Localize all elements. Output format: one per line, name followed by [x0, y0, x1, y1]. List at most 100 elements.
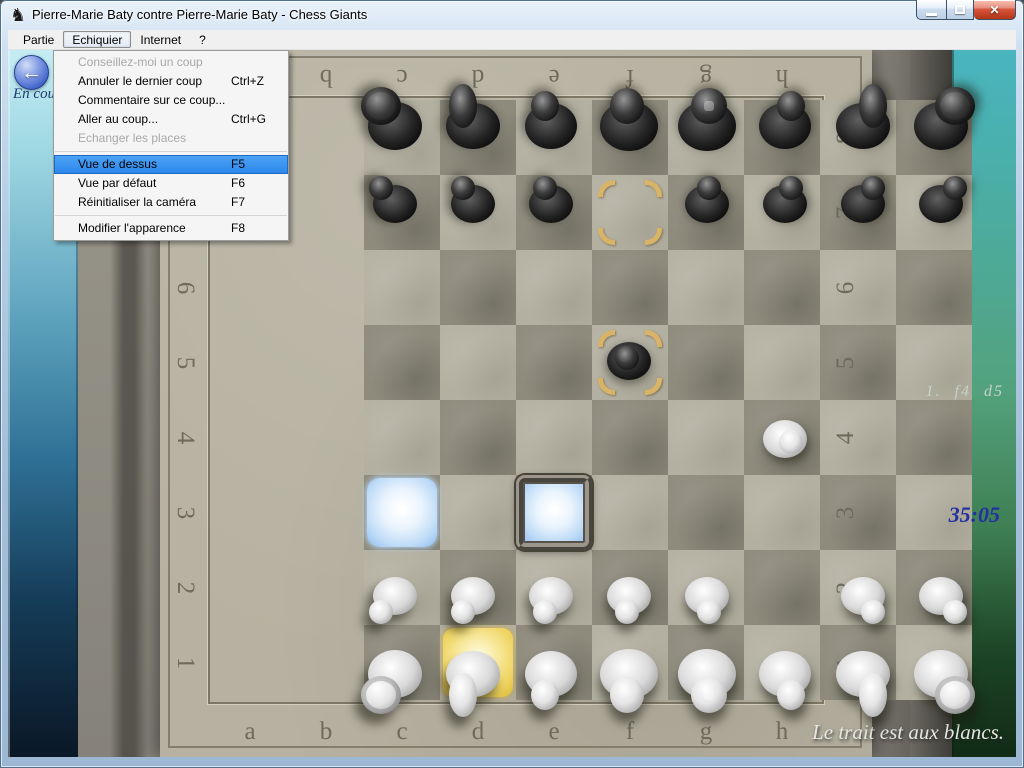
square-f3[interactable] [744, 475, 820, 550]
square-c4[interactable] [516, 400, 592, 475]
file-label-bottom-d: d [458, 712, 498, 752]
menu-item-reinitialiser-la-camera[interactable]: Réinitialiser la caméraF7 [54, 193, 288, 212]
menu-item-echanger-les-places[interactable]: Echanger les places [54, 129, 288, 148]
menu-item-commentaire-sur-ce-coup[interactable]: Commentaire sur ce coup... [54, 91, 288, 110]
piece-head [615, 600, 639, 624]
marker-corner-bl [598, 378, 615, 395]
menu-item-vue-par-defaut[interactable]: Vue par défaut F6 [54, 174, 288, 193]
rank-label-left-4: 4 [165, 418, 205, 458]
square-h6[interactable] [896, 250, 972, 325]
piece-head [449, 84, 477, 128]
square-e6[interactable] [668, 250, 744, 325]
square-b6[interactable] [440, 250, 516, 325]
square-c5[interactable] [516, 325, 592, 400]
menu-item-label: Réinitialiser la caméra [78, 193, 196, 212]
piece-head [610, 677, 644, 713]
square-e4[interactable] [668, 400, 744, 475]
menu-item-annuler-le-dernier-coup[interactable]: Annuler le dernier coup Ctrl+Z [54, 72, 288, 91]
menu-item-shortcut: F8 [231, 219, 245, 238]
minimize-button[interactable] [916, 0, 946, 20]
maximize-icon [955, 5, 965, 14]
menu-item-shortcut: Ctrl+G [231, 110, 266, 129]
square-f6[interactable] [744, 250, 820, 325]
menu-item-label: Annuler le dernier coup [78, 72, 202, 91]
square-b5[interactable] [440, 325, 516, 400]
menu-item-label: Commentaire sur ce coup... [78, 91, 225, 110]
square-a6[interactable] [364, 250, 440, 325]
square-c6[interactable] [516, 250, 592, 325]
square-d4[interactable] [592, 400, 668, 475]
piece-head [691, 677, 727, 713]
rank-label-right-4: 4 [826, 418, 866, 458]
caption-buttons: ✕ [916, 0, 1016, 22]
menubar-item-echiquier[interactable]: Echiquier [63, 31, 131, 48]
piece-head [697, 176, 721, 200]
square-h4[interactable] [896, 400, 972, 475]
square-e3[interactable] [668, 475, 744, 550]
menu-item-aller-au-coup[interactable]: Aller au coup... Ctrl+G [54, 110, 288, 129]
menu-item-vue-de-dessus[interactable]: Vue de dessusF5 [54, 155, 288, 174]
app-icon: ♞ [10, 4, 26, 26]
marker-corner-br [645, 228, 662, 245]
square-d3[interactable] [592, 475, 668, 550]
file-label-bottom-a: a [230, 712, 270, 752]
square-a5[interactable] [364, 325, 440, 400]
maximize-button[interactable] [946, 0, 974, 20]
menu-item-conseillez-moi-un-coup[interactable]: Conseillez-moi un coup [54, 53, 288, 72]
marker-corner-tr [645, 180, 662, 197]
marker-corner-tl [598, 180, 615, 197]
menubar-item-?[interactable]: ? [190, 31, 215, 48]
piece-head [369, 600, 393, 624]
menubar-item-partie[interactable]: Partie [14, 31, 63, 48]
piece-head [777, 91, 805, 121]
square-b4[interactable] [440, 400, 516, 475]
square-d6[interactable] [592, 250, 668, 325]
back-button[interactable]: ← [14, 55, 49, 90]
rank-label-right-6: 6 [826, 268, 866, 308]
square-e5[interactable] [668, 325, 744, 400]
menu-item-label: Echanger les places [78, 129, 186, 148]
echiquier-menu: Conseillez-moi un coupAnnuler le dernier… [53, 50, 289, 241]
rank-label-right-5: 5 [826, 343, 866, 383]
menu-separator [55, 215, 287, 216]
menu-item-shortcut: F6 [231, 174, 245, 193]
rank-label-left-1: 1 [165, 643, 205, 683]
rank-label-left-5: 5 [165, 343, 205, 383]
square-f2[interactable] [744, 550, 820, 625]
marker-corner-bl [598, 228, 615, 245]
file-label-bottom-f: f [610, 712, 650, 752]
piece-head [533, 600, 557, 624]
piece-head [531, 680, 559, 710]
file-label-bottom-e: e [534, 712, 574, 752]
piece-head [533, 176, 557, 200]
highlight-glow-frame-c3[interactable] [516, 475, 592, 550]
menu-item-shortcut: Ctrl+Z [231, 72, 264, 91]
square-f5[interactable] [744, 325, 820, 400]
menu-item-modifier-l-apparence[interactable]: Modifier l'apparence F8 [54, 219, 288, 238]
piece-head [369, 176, 393, 200]
close-icon: ✕ [989, 3, 999, 17]
game-clock: 35:05 [949, 502, 1000, 528]
move-list: 1. f4 d5 [926, 383, 1004, 401]
file-label-bottom-h: h [762, 712, 802, 752]
menu-item-label: Modifier l'apparence [78, 219, 186, 238]
piece-head [859, 84, 887, 128]
menubar-item-internet[interactable]: Internet [131, 31, 190, 48]
close-button[interactable]: ✕ [974, 0, 1016, 20]
menu-item-label: Conseillez-moi un coup [78, 53, 203, 72]
menu-item-label: Vue de dessus [78, 155, 157, 174]
square-b3[interactable] [440, 475, 516, 550]
titlebar[interactable]: ♞ Pierre-Marie Baty contre Pierre-Marie … [0, 0, 1024, 30]
piece-head [449, 673, 477, 717]
piece-head [861, 600, 885, 624]
piece-head [615, 346, 639, 370]
menu-item-label: Vue par défaut [78, 174, 156, 193]
menu-item-label: Aller au coup... [78, 110, 158, 129]
highlight-glow-a3 [367, 478, 437, 547]
piece-head [935, 87, 975, 125]
file-label-top-b: b [306, 57, 346, 97]
piece-head [697, 600, 721, 624]
marker-corner-br [645, 378, 662, 395]
square-a4[interactable] [364, 400, 440, 475]
piece-head [777, 680, 805, 710]
